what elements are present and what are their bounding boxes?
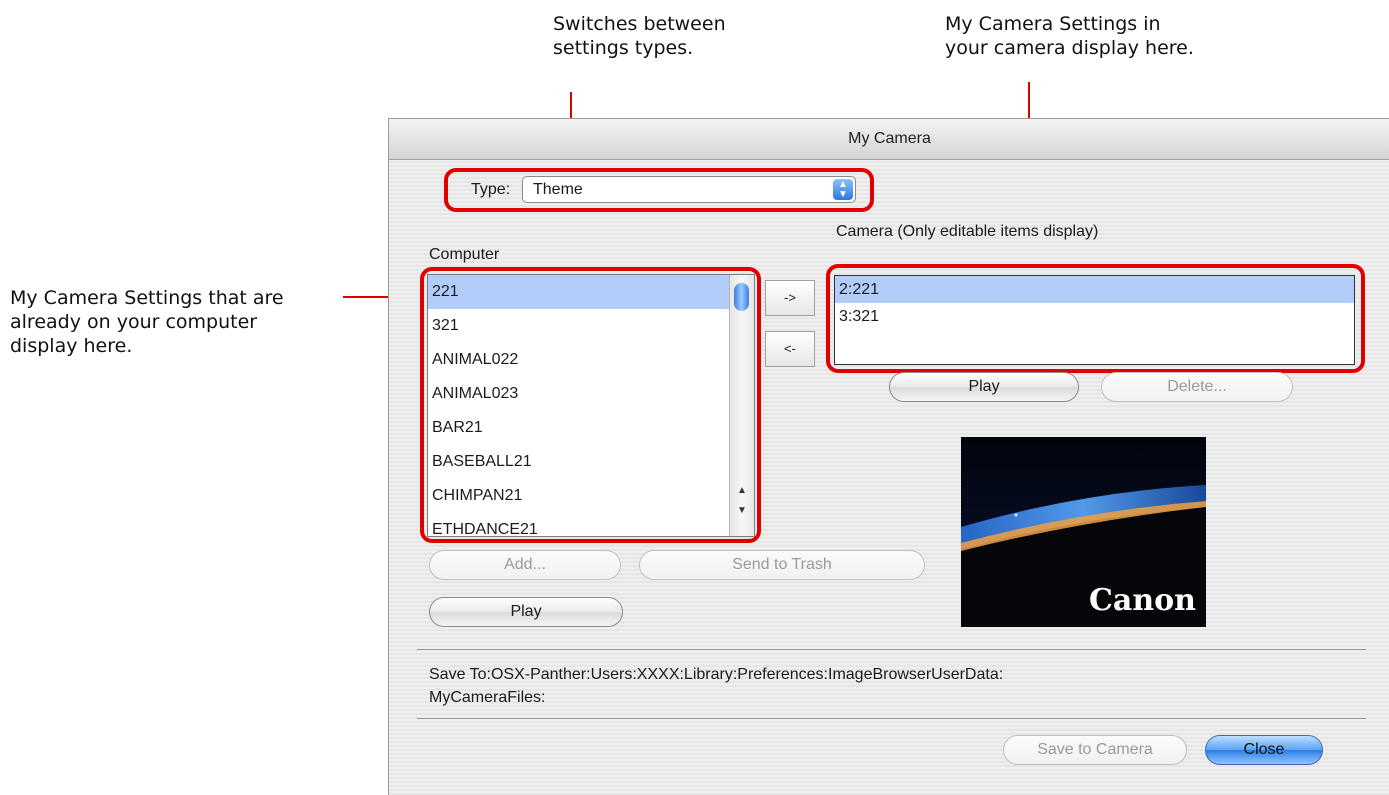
callout-camera-line: My Camera Settings in xyxy=(945,13,1161,35)
camera-list-item[interactable]: 3:321 xyxy=(835,303,1354,330)
window-title: My Camera xyxy=(389,119,1389,160)
earth-horizon-image: Canon xyxy=(961,437,1206,627)
save-to-path-line: Save To:OSX-Panther:Users:XXXX:Library:P… xyxy=(429,666,1004,683)
updown-arrows-icon: ▲ ▼ xyxy=(833,179,853,200)
camera-rows: 2:221 3:321 xyxy=(835,276,1354,330)
computer-list-item[interactable]: ANIMAL022 xyxy=(428,343,754,377)
computer-rows: 221 321 ANIMAL022 ANIMAL023 BAR21 BASEBALL21 C… xyxy=(428,275,754,536)
close-button[interactable]: Close xyxy=(1205,735,1323,765)
computer-scrollbar[interactable]: ▲ ▼ xyxy=(729,275,754,536)
type-label: Type: xyxy=(471,181,511,198)
callout-camera-line: your camera display here. xyxy=(945,37,1194,59)
delete-button[interactable]: Delete... xyxy=(1101,372,1293,402)
callout-computer-line: display here. xyxy=(10,335,133,357)
save-to-path-line: MyCameraFiles: xyxy=(429,689,546,706)
separator xyxy=(417,649,1366,650)
callout-computer-line: already on your computer xyxy=(10,311,258,333)
computer-list-item[interactable]: BAR21 xyxy=(428,411,754,445)
type-select-value: Theme xyxy=(533,181,583,198)
computer-list-item[interactable]: ANIMAL023 xyxy=(428,377,754,411)
callout-computer: My Camera Settings that are already on y… xyxy=(10,286,284,358)
computer-label: Computer xyxy=(429,246,500,263)
to-computer-button[interactable]: <- xyxy=(765,331,815,367)
add-button[interactable]: Add... xyxy=(429,550,621,580)
computer-list[interactable]: 221 321 ANIMAL022 ANIMAL023 BAR21 BASEBALL21 C… xyxy=(427,274,755,537)
save-to-path: Save To:OSX-Panther:Users:XXXX:Library:P… xyxy=(429,663,1003,709)
type-select[interactable]: Theme ▲ ▼ xyxy=(522,176,856,203)
camera-label: Camera (Only editable items display) xyxy=(836,223,1099,240)
to-camera-button[interactable]: -> xyxy=(765,280,815,316)
computer-list-item[interactable]: CHIMPAN21 xyxy=(428,479,754,513)
camera-list-item[interactable]: 2:221 xyxy=(835,276,1354,303)
send-to-trash-button[interactable]: Send to Trash xyxy=(639,550,925,580)
scroll-thumb[interactable] xyxy=(734,283,749,311)
computer-list-item[interactable]: BASEBALL21 xyxy=(428,445,754,479)
separator xyxy=(417,718,1366,719)
computer-list-item[interactable]: 221 xyxy=(428,275,754,309)
camera-list[interactable]: 2:221 3:321 xyxy=(834,275,1355,365)
theme-preview-image: Canon xyxy=(961,437,1206,627)
scroll-down-arrow-icon[interactable]: ▼ xyxy=(730,501,754,521)
callout-type-line: Switches between xyxy=(553,13,726,35)
callout-camera: My Camera Settings in your camera displa… xyxy=(945,12,1194,60)
my-camera-window: My Camera Type: Theme ▲ ▼ Computer Camera… xyxy=(388,118,1389,795)
callout-type: Switches between settings types. xyxy=(553,12,726,60)
save-to-camera-button[interactable]: Save to Camera xyxy=(1003,735,1187,765)
callout-computer-line: My Camera Settings that are xyxy=(10,287,284,309)
computer-list-item[interactable]: 321 xyxy=(428,309,754,343)
camera-play-button[interactable]: Play xyxy=(889,372,1079,402)
canon-logo: Canon xyxy=(1089,583,1196,618)
computer-list-item[interactable]: ETHDANCE21 xyxy=(428,513,754,536)
scroll-up-arrow-icon[interactable]: ▲ xyxy=(730,481,754,501)
callout-type-line: settings types. xyxy=(553,37,694,59)
computer-play-button[interactable]: Play xyxy=(429,597,623,627)
